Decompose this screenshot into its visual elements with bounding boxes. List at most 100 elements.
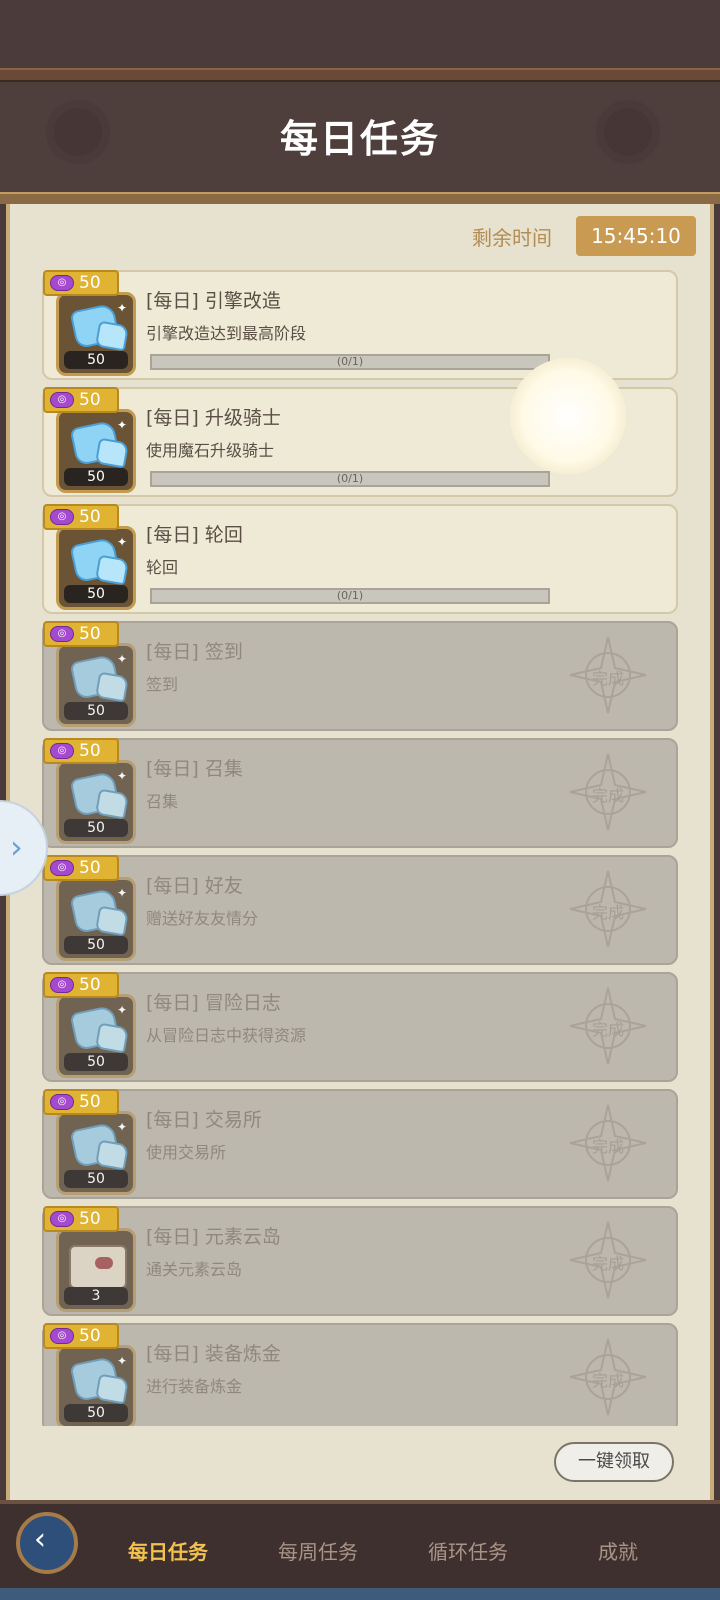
task-title: [每日] 好友 bbox=[146, 875, 243, 897]
tab-daily-tasks[interactable]: 每日任务 bbox=[98, 1536, 238, 1565]
task-description: 通关元素云岛 bbox=[146, 1260, 243, 1279]
reward-count: 50 bbox=[64, 1053, 128, 1071]
page-title: 每日任务 bbox=[279, 117, 440, 161]
map-marker-icon bbox=[95, 1257, 113, 1269]
reward-count: 50 bbox=[64, 351, 128, 369]
activity-token-icon: ◎ bbox=[50, 1094, 74, 1110]
tab-repeat-tasks[interactable]: 循环任务 bbox=[398, 1536, 538, 1565]
task-title: [每日] 装备炼金 bbox=[146, 1343, 281, 1365]
sparkle-icon: ✦ bbox=[117, 886, 128, 900]
task-card[interactable]: ✦ 50 ◎ 50 [每日] 冒险日志 从冒险日志中获得资源 完成 bbox=[42, 972, 678, 1082]
task-description: 轮回 bbox=[146, 558, 179, 577]
reward-item: 3 bbox=[56, 1228, 136, 1312]
reward-count: 50 bbox=[64, 702, 128, 720]
activity-token-icon: ◎ bbox=[50, 743, 74, 759]
task-card[interactable]: ✦ 50 ◎ 50 [每日] 轮回 轮回 (0/1) bbox=[42, 504, 678, 614]
gem-icon bbox=[94, 1139, 130, 1171]
done-label: 完成 bbox=[591, 1020, 624, 1039]
claim-all-button[interactable]: 一键领取 bbox=[554, 1442, 674, 1482]
task-title: [每日] 升级骑士 bbox=[146, 407, 281, 429]
reward-item: ✦ 50 bbox=[56, 994, 136, 1078]
progress-bar: (0/1) bbox=[150, 354, 550, 370]
reward-count: 50 bbox=[64, 1170, 128, 1188]
timer-value: 15:45:10 bbox=[576, 216, 696, 256]
task-card[interactable]: ✦ 50 ◎ 50 [每日] 交易所 使用交易所 完成 bbox=[42, 1089, 678, 1199]
progress-bar: (0/1) bbox=[150, 471, 550, 487]
task-card[interactable]: 3 ◎ 50 [每日] 元素云岛 通关元素云岛 完成 bbox=[42, 1206, 678, 1316]
tab-weekly-tasks[interactable]: 每周任务 bbox=[248, 1536, 388, 1565]
task-card[interactable]: ✦ 50 ◎ 50 [每日] 召集 召集 完成 bbox=[42, 738, 678, 848]
points-badge: ◎ 50 bbox=[43, 972, 119, 998]
points-badge: ◎ 50 bbox=[43, 1089, 119, 1115]
reward-count: 50 bbox=[64, 1404, 128, 1422]
progress-text: (0/1) bbox=[336, 589, 364, 602]
back-button[interactable]: ‹ bbox=[16, 1512, 78, 1574]
gem-icon bbox=[94, 671, 130, 703]
reward-count: 50 bbox=[64, 819, 128, 837]
map-scroll-icon bbox=[69, 1245, 127, 1289]
sparkle-icon: ✦ bbox=[117, 1354, 128, 1368]
sparkle-icon: ✦ bbox=[117, 1003, 128, 1017]
badge-value: 50 bbox=[79, 858, 101, 878]
reward-item: ✦ 50 bbox=[56, 760, 136, 844]
points-badge: ◎ 50 bbox=[43, 504, 119, 530]
gem-icon bbox=[94, 905, 130, 937]
badge-value: 50 bbox=[79, 390, 101, 410]
gem-icon bbox=[94, 437, 130, 469]
reward-count: 50 bbox=[64, 585, 128, 603]
task-card[interactable]: ✦ 50 ◎ 50 [每日] 装备炼金 进行装备炼金 完成 bbox=[42, 1323, 678, 1426]
activity-token-icon: ◎ bbox=[50, 509, 74, 525]
back-arrow-icon: ‹ bbox=[34, 1522, 46, 1557]
progress-bar: (0/1) bbox=[150, 588, 550, 604]
done-label: 完成 bbox=[591, 786, 624, 805]
reward-item: ✦ 50 bbox=[56, 1345, 136, 1426]
badge-value: 50 bbox=[79, 507, 101, 527]
reward-item: ✦ 50 bbox=[56, 409, 136, 493]
points-badge: ◎ 50 bbox=[43, 621, 119, 647]
badge-value: 50 bbox=[79, 1209, 101, 1229]
points-badge: ◎ 50 bbox=[43, 387, 119, 413]
sparkle-icon: ✦ bbox=[117, 418, 128, 432]
top-band bbox=[0, 0, 720, 68]
sparkle-icon: ✦ bbox=[117, 769, 128, 783]
done-label: 完成 bbox=[591, 1137, 624, 1156]
progress-text: (0/1) bbox=[336, 472, 364, 485]
reward-item: ✦ 50 bbox=[56, 1111, 136, 1195]
timer-label: 剩余时间 bbox=[472, 226, 552, 250]
badge-value: 50 bbox=[79, 624, 101, 644]
activity-token-icon: ◎ bbox=[50, 1328, 74, 1344]
gem-icon bbox=[94, 554, 130, 586]
sparkle-icon: ✦ bbox=[117, 652, 128, 666]
progress-text: (0/1) bbox=[336, 355, 364, 368]
activity-token-icon: ◎ bbox=[50, 275, 74, 291]
activity-token-icon: ◎ bbox=[50, 392, 74, 408]
bottom-strip bbox=[0, 1588, 720, 1600]
task-description: 从冒险日志中获得资源 bbox=[146, 1026, 307, 1045]
task-title: [每日] 引擎改造 bbox=[146, 290, 281, 312]
activity-token-icon: ◎ bbox=[50, 1211, 74, 1227]
points-badge: ◎ 50 bbox=[43, 270, 119, 296]
task-card[interactable]: ✦ 50 ◎ 50 [每日] 好友 赠送好友友情分 完成 bbox=[42, 855, 678, 965]
badge-value: 50 bbox=[79, 741, 101, 761]
activity-token-icon: ◎ bbox=[50, 860, 74, 876]
done-label: 完成 bbox=[591, 1254, 624, 1273]
task-title: [每日] 冒险日志 bbox=[146, 992, 281, 1014]
task-title: [每日] 召集 bbox=[146, 758, 243, 780]
task-card[interactable]: ✦ 50 ◎ 50 [每日] 签到 签到 完成 bbox=[42, 621, 678, 731]
done-label: 完成 bbox=[591, 669, 624, 688]
activity-token-icon: ◎ bbox=[50, 977, 74, 993]
task-title: [每日] 轮回 bbox=[146, 524, 243, 546]
tab-achievements[interactable]: 成就 bbox=[548, 1536, 688, 1565]
reward-count: 3 bbox=[64, 1287, 128, 1305]
gem-icon bbox=[94, 1373, 130, 1405]
header-rail bbox=[0, 192, 720, 204]
task-description: 签到 bbox=[146, 675, 179, 694]
reward-item: ✦ 50 bbox=[56, 526, 136, 610]
top-rail bbox=[0, 68, 720, 82]
task-description: 引擎改造达到最高阶段 bbox=[146, 324, 307, 343]
reward-item: ✦ 50 bbox=[56, 292, 136, 376]
tap-glow-effect bbox=[510, 358, 626, 474]
task-description: 进行装备炼金 bbox=[146, 1377, 243, 1396]
task-description: 赠送好友友情分 bbox=[146, 909, 259, 928]
gem-icon bbox=[94, 320, 130, 352]
